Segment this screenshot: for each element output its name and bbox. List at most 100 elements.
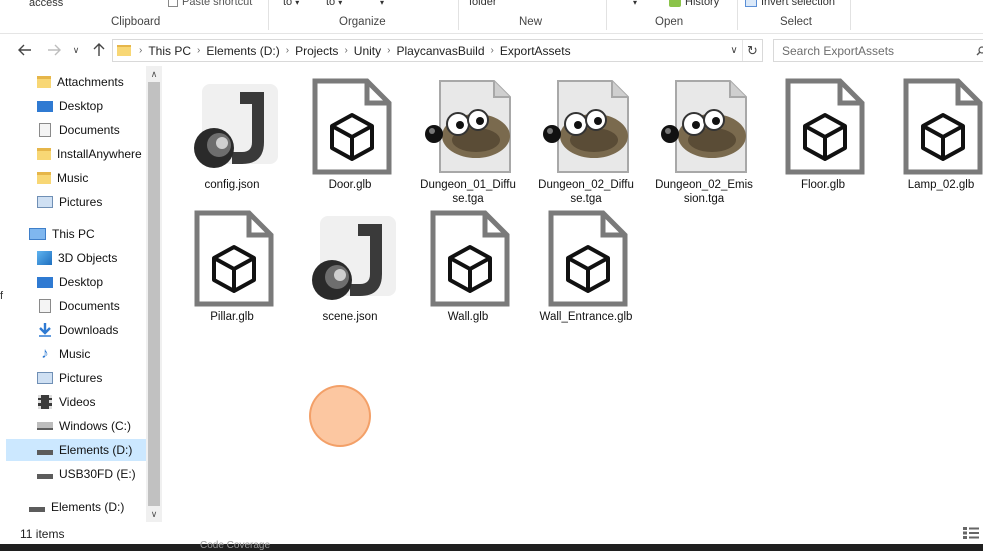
breadcrumb-unity[interactable]: Unity — [352, 44, 383, 58]
search-icon — [976, 46, 983, 56]
nav-item-usb30fd-e[interactable]: USB30FD (E:) — [37, 463, 136, 485]
up-button[interactable] — [89, 40, 109, 60]
file-name: Wall.glb — [447, 311, 489, 323]
recent-locations-button[interactable]: ∨ — [66, 40, 86, 60]
group-divider — [458, 0, 459, 30]
file-dungeon-01-diffuse-tga[interactable]: Dungeon_01_Diffuse.tga — [418, 78, 518, 206]
history-label: History — [685, 0, 720, 8]
chevron-right-icon[interactable]: › — [193, 45, 204, 56]
file-name: Pillar.glb — [210, 311, 254, 323]
nav-item-label: Attachments — [57, 75, 124, 89]
chevron-right-icon[interactable]: › — [383, 45, 394, 56]
file-config-json[interactable]: config.json — [182, 78, 282, 192]
breadcrumb-this-pc[interactable]: This PC — [146, 44, 193, 58]
nav-item-pictures[interactable]: Pictures — [37, 191, 102, 213]
file-door-glb[interactable]: Door.glb — [300, 78, 400, 192]
chevron-right-icon[interactable]: › — [135, 45, 146, 56]
chevron-right-icon[interactable]: › — [340, 45, 351, 56]
history-icon — [669, 0, 681, 7]
nav-item-documents[interactable]: Documents — [37, 119, 120, 141]
chevron-right-icon[interactable]: › — [282, 45, 293, 56]
file-list: config.json Door.glb Dungeon_01_Diffuse.… — [162, 66, 983, 522]
nav-item-music[interactable]: Music — [37, 167, 88, 189]
nav-item-label: Pictures — [59, 371, 103, 385]
refresh-button[interactable]: ↻ — [742, 40, 762, 61]
file-lamp-02-glb[interactable]: Lamp_02.glb — [891, 78, 983, 192]
background-window-strip: Code Coverage — [0, 540, 983, 551]
file-dungeon-02-diffuse-tga[interactable]: Dungeon_02_Diffuse.tga — [536, 78, 636, 206]
windows-drive-icon — [37, 422, 53, 430]
nav-item-3d-objects[interactable]: 3D Objects — [37, 247, 117, 269]
nav-scrollbar[interactable]: ∧ ∨ — [146, 66, 162, 522]
address-toolbar: ∨ › This PC › Elements (D:) › Projects ›… — [0, 34, 983, 66]
file-name: Wall_Entrance.glb — [539, 311, 633, 323]
copy-to-button[interactable]: to ▾ — [326, 0, 342, 8]
nav-item-label: Elements (D:) — [51, 500, 125, 514]
file-name: Dungeon_02_Diffuse.tga — [538, 179, 634, 205]
nav-item-attachments[interactable]: Attachments — [37, 71, 124, 93]
glb-file-icon — [420, 210, 516, 310]
back-button[interactable] — [15, 40, 35, 60]
scrollbar-thumb[interactable] — [148, 82, 160, 506]
scroll-down-icon[interactable]: ∨ — [146, 506, 162, 522]
breadcrumb-exportassets[interactable]: ExportAssets — [498, 44, 573, 58]
chevron-down-icon: ∨ — [72, 44, 80, 55]
file-name: Lamp_02.glb — [907, 179, 975, 191]
scroll-up-icon[interactable]: ∧ — [146, 66, 162, 82]
glb-file-icon — [775, 78, 871, 178]
ribbon-paste-shortcut[interactable]: Paste shortcut — [168, 0, 252, 8]
breadcrumb-projects[interactable]: Projects — [293, 44, 340, 58]
gimp-tga-icon — [538, 78, 634, 178]
nav-item-downloads[interactable]: Downloads — [37, 319, 118, 341]
nav-item-label: Documents — [59, 299, 120, 313]
chevron-right-icon[interactable]: › — [487, 45, 498, 56]
new-folder-button[interactable]: folder — [469, 0, 497, 8]
nav-item-desktop[interactable]: Desktop — [37, 95, 103, 117]
file-dungeon-02-emission-tga[interactable]: Dungeon_02_Emission.tga — [654, 78, 754, 206]
group-divider — [268, 0, 269, 30]
search-input[interactable] — [782, 43, 972, 58]
address-bar[interactable]: › This PC › Elements (D:) › Projects › U… — [112, 39, 763, 62]
breadcrumb-playcanvasbuild[interactable]: PlaycanvasBuild — [394, 44, 486, 58]
nav-item-label: This PC — [52, 227, 95, 241]
background-window-label: Code Coverage — [200, 540, 271, 551]
nav-item-elements-d-root[interactable]: Elements (D:) — [29, 496, 124, 518]
nav-item-music[interactable]: ♪ Music — [37, 343, 90, 365]
nav-item-label: Elements (D:) — [59, 443, 133, 457]
address-history-dropdown[interactable]: ∨ — [726, 45, 742, 56]
nav-item-installanywhere[interactable]: InstallAnywhere — [37, 143, 142, 165]
nav-item-this-pc[interactable]: This PC — [29, 223, 95, 245]
forward-button[interactable] — [44, 40, 64, 60]
file-name: Floor.glb — [800, 179, 846, 191]
file-pillar-glb[interactable]: Pillar.glb — [182, 210, 282, 324]
file-floor-glb[interactable]: Floor.glb — [773, 78, 873, 192]
nav-item-windows-c[interactable]: Windows (C:) — [37, 415, 131, 437]
glb-file-icon — [302, 78, 398, 178]
nav-item-elements-d[interactable]: Elements (D:) — [6, 439, 146, 461]
ribbon-access-fragment[interactable]: access — [29, 0, 63, 9]
breadcrumb-elements-drive[interactable]: Elements (D:) — [204, 44, 281, 58]
search-box[interactable] — [773, 39, 983, 62]
file-scene-json[interactable]: scene.json — [300, 210, 400, 324]
chevron-down-icon: ▾ — [633, 0, 638, 7]
nav-item-desktop[interactable]: Desktop — [37, 271, 103, 293]
move-to-button[interactable]: to ▾ — [283, 0, 299, 8]
chevron-down-icon: ▾ — [295, 0, 300, 7]
rename-dropdown[interactable]: ▾ — [380, 0, 384, 8]
nav-item-pictures[interactable]: Pictures — [37, 367, 102, 389]
file-name: Door.glb — [328, 179, 372, 191]
folder-icon — [37, 148, 51, 160]
nav-item-label: Documents — [59, 123, 120, 137]
file-wall-glb[interactable]: Wall.glb — [418, 210, 518, 324]
nav-item-documents[interactable]: Documents — [37, 295, 120, 317]
nav-item-label: Downloads — [59, 323, 119, 337]
invert-selection-button[interactable]: Invert selection — [745, 0, 835, 8]
open-dropdown[interactable]: ▾ — [633, 0, 637, 8]
history-button[interactable]: History — [669, 0, 719, 8]
click-indicator — [309, 385, 371, 447]
file-name: Dungeon_02_Emission.tga — [655, 179, 753, 205]
file-wall-entrance-glb[interactable]: Wall_Entrance.glb — [536, 210, 636, 324]
nav-item-videos[interactable]: Videos — [37, 391, 95, 413]
details-view-icon[interactable] — [962, 526, 980, 540]
left-edge-fragment: f — [0, 290, 4, 302]
